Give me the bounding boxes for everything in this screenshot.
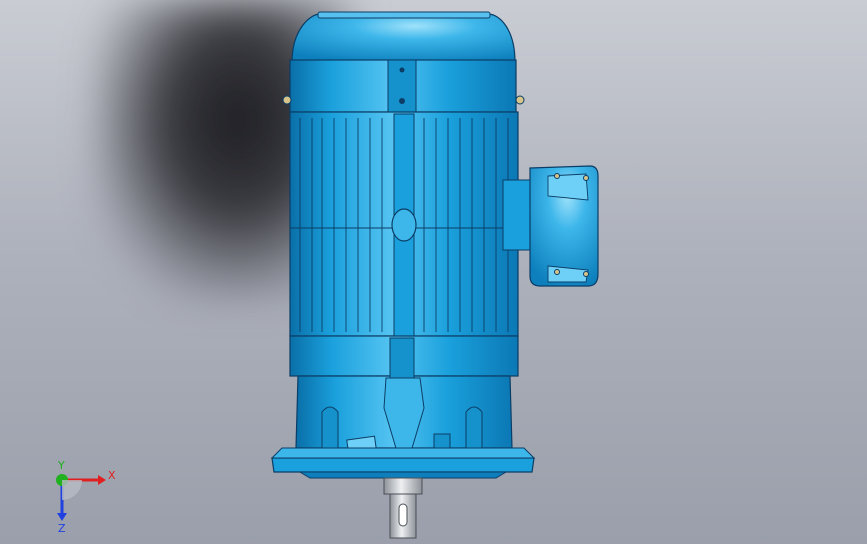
x-axis-label: X — [108, 469, 116, 482]
z-axis-label: Z — [58, 522, 66, 535]
cover-band — [282, 59, 525, 113]
axis-triad-icon: X Y Z — [56, 459, 116, 535]
lower-housing — [289, 335, 519, 461]
3d-viewport[interactable]: X Y Z — [0, 0, 867, 544]
fan-cover — [291, 11, 516, 63]
stator-body — [289, 111, 519, 337]
output-shaft — [383, 477, 423, 539]
y-axis-label: Y — [57, 459, 65, 472]
mounting-flange — [270, 447, 536, 479]
